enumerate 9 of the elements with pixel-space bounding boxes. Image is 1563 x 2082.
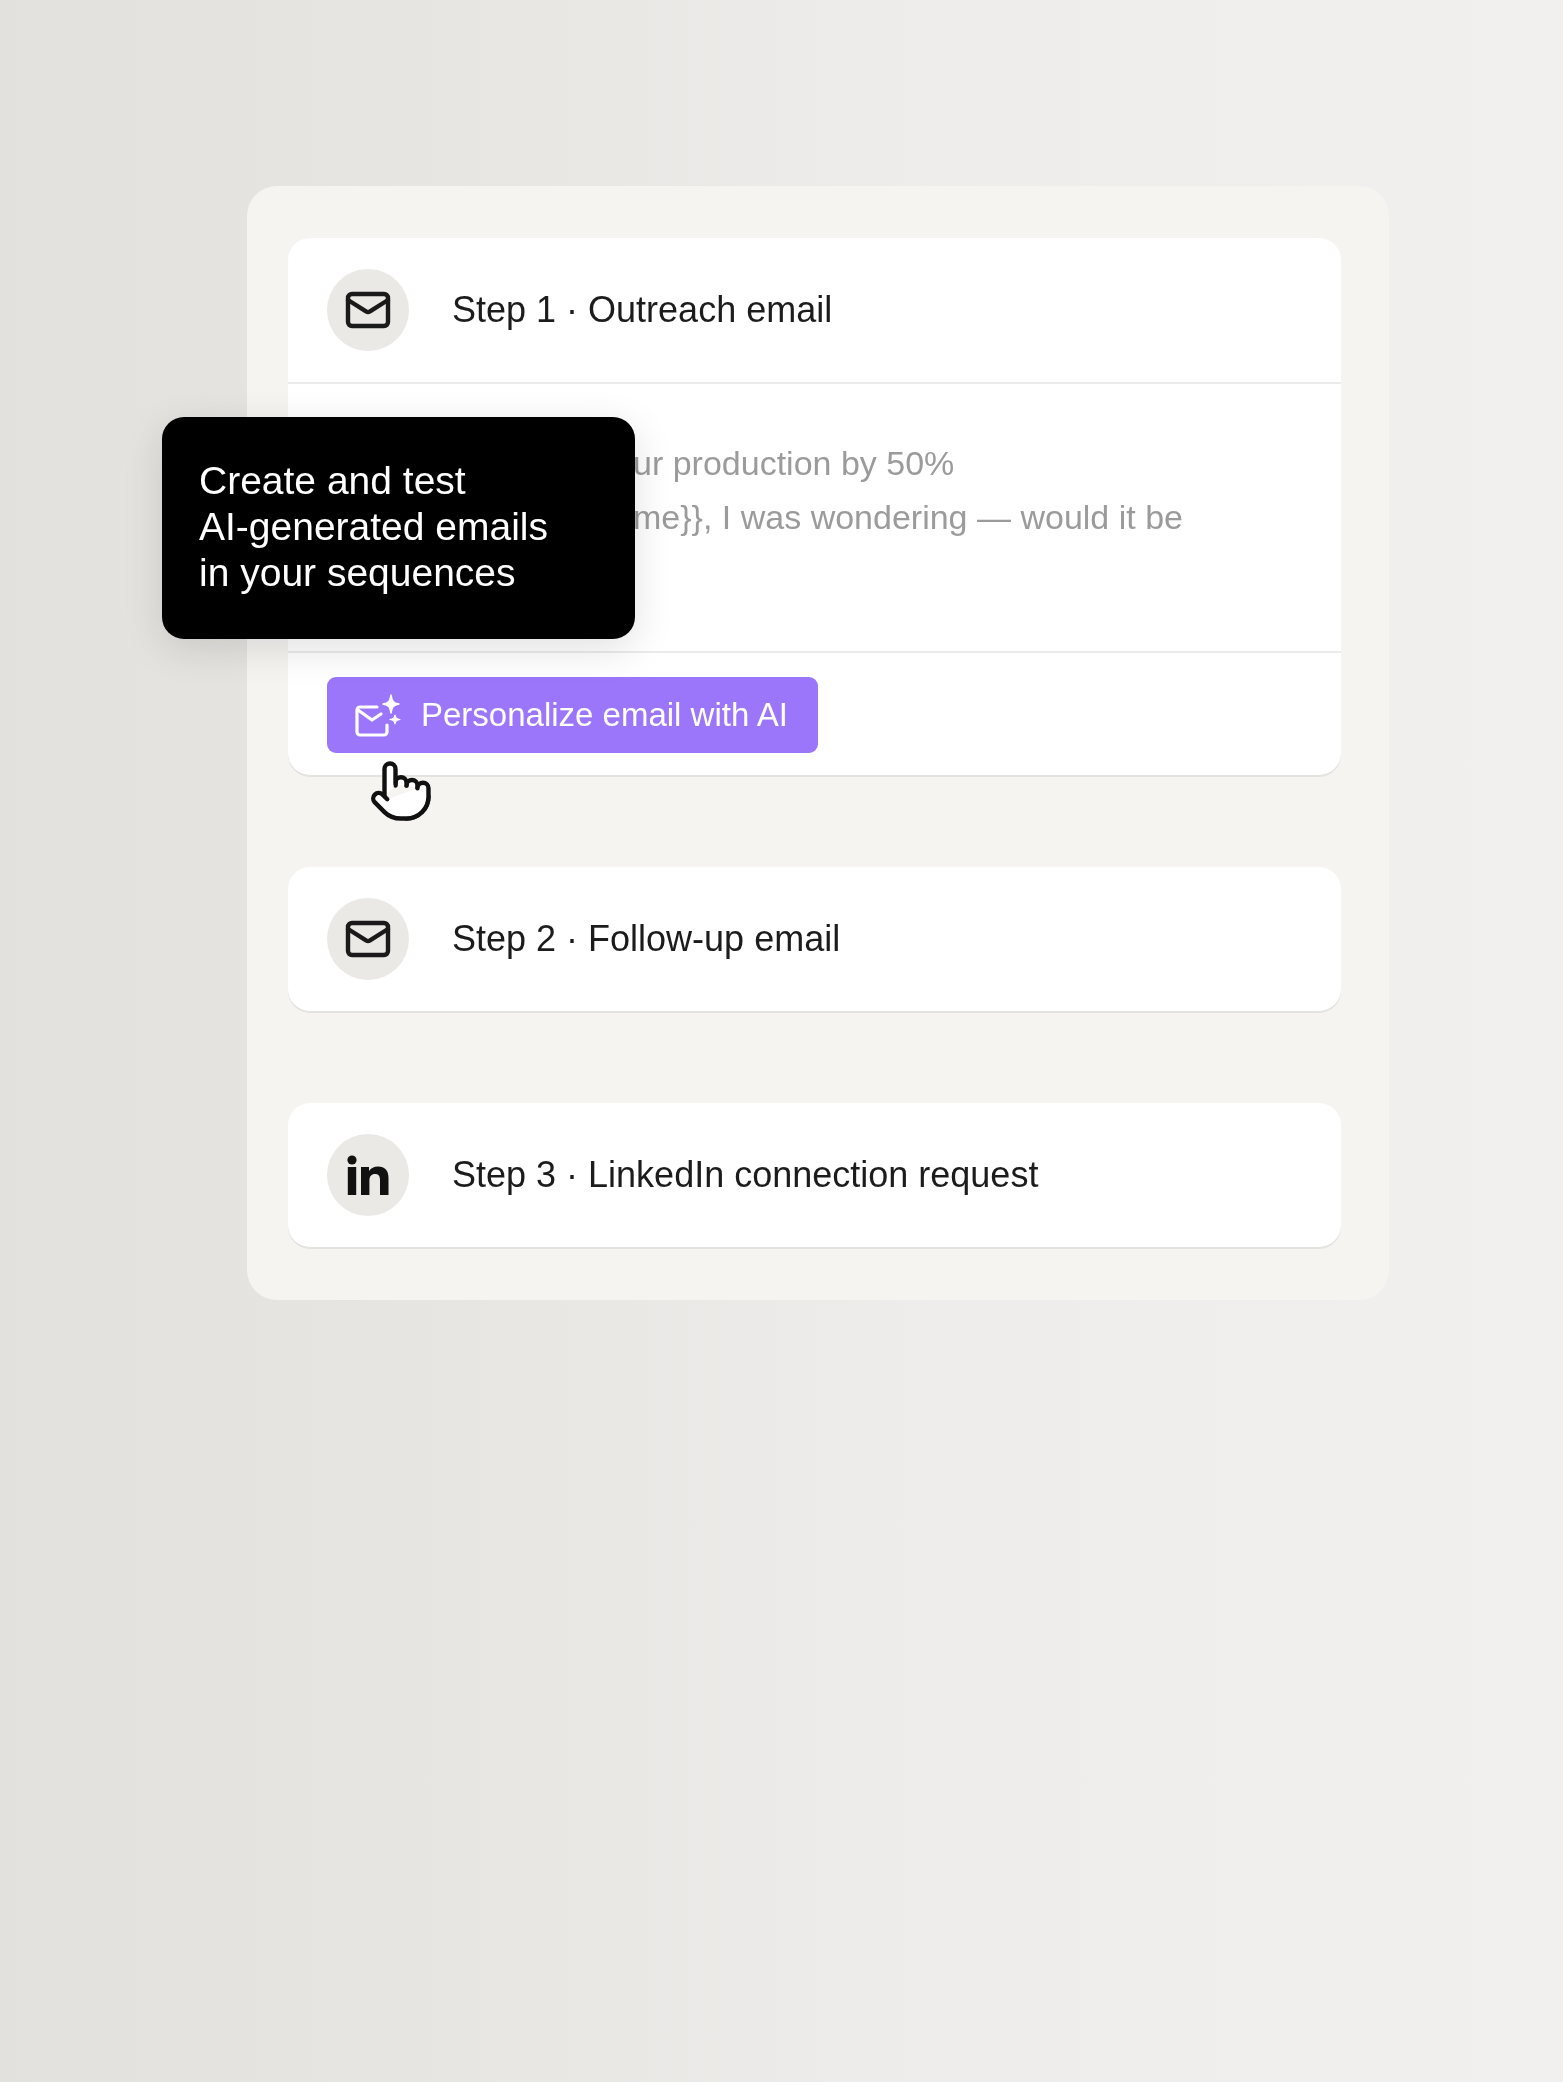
step-title: Step 1 · Outreach email	[452, 288, 833, 332]
in-logo-icon	[347, 1155, 389, 1195]
email-subject: ur production by 50%	[633, 443, 955, 484]
email-body-text: me}}, I was wondering — would it be	[633, 497, 1183, 538]
step-title: Step 3 · LinkedIn connection request	[452, 1153, 1039, 1197]
mail-sparkle-icon	[355, 693, 403, 737]
personalize-ai-button[interactable]: Personalize email with AI	[327, 677, 818, 753]
step-title: Step 2 · Follow-up email	[452, 917, 841, 961]
tooltip-text: Create and test AI-generated emails in your sequences	[199, 458, 549, 596]
